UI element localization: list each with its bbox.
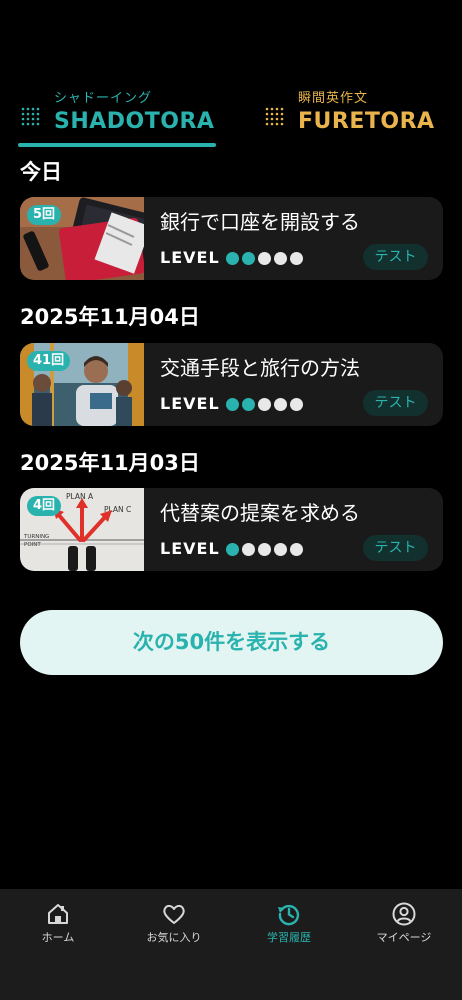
tab-subtitle: 瞬間英作文 (298, 91, 369, 106)
level-dot-empty (274, 543, 287, 556)
lesson-title: 交通手段と旅行の方法 (160, 356, 360, 380)
lesson-thumbnail: 5回 (20, 197, 144, 280)
play-count-badge: 41回 (27, 351, 71, 371)
history-icon (278, 904, 300, 926)
history-screen: シャドーイング SHADOTORA 瞬間英作文 FURETORA 今日 5回 銀… (0, 0, 462, 1000)
lesson-title: 代替案の提案を求める (160, 501, 360, 525)
level-dot-empty (274, 252, 287, 265)
test-button[interactable]: テスト (363, 535, 428, 561)
test-button[interactable]: テスト (363, 244, 428, 270)
section-date: 今日 (20, 160, 62, 184)
nav-label: マイページ (376, 931, 432, 944)
level-label: LEVEL (160, 394, 220, 413)
level-dot-empty (274, 398, 287, 411)
level-dot-empty (258, 252, 271, 265)
level-label: LEVEL (160, 248, 220, 267)
tab-shadotora[interactable]: シャドーイング SHADOTORA (18, 88, 216, 148)
dot-grid-icon (265, 107, 284, 126)
tab-subtitle: シャドーイング (54, 91, 153, 106)
play-count-badge: 5回 (27, 205, 62, 225)
product-tabs: シャドーイング SHADOTORA 瞬間英作文 FURETORA (0, 88, 462, 148)
nav-label: ホーム (41, 931, 75, 944)
tab-title: FURETORA (298, 109, 435, 134)
lesson-card[interactable]: PLAN A PLAN C TURNING POINT 4回 代替案の提案を求め… (20, 488, 443, 571)
level-dot-empty (290, 543, 303, 556)
section-date: 2025年11月04日 (20, 305, 200, 329)
level-dot-filled (242, 398, 255, 411)
level-dot-filled (226, 543, 239, 556)
tab-title: SHADOTORA (54, 109, 215, 134)
level-indicator (226, 398, 303, 411)
tab-furetora[interactable]: 瞬間英作文 FURETORA (262, 88, 452, 148)
nav-favorites[interactable]: お気に入り (124, 901, 224, 951)
nav-home[interactable]: ホーム (8, 901, 108, 951)
section-date: 2025年11月03日 (20, 451, 200, 475)
test-button[interactable]: テスト (363, 390, 428, 416)
tab-shadotora-text: シャドーイング SHADOTORA (54, 90, 214, 136)
level-dot-filled (242, 252, 255, 265)
dot-grid-icon (21, 107, 40, 126)
level-label: LEVEL (160, 539, 220, 558)
nav-label: 学習履歴 (267, 931, 311, 944)
show-next-50-button[interactable]: 次の50件を表示する (20, 610, 443, 675)
turning-text: TURNING (23, 534, 49, 540)
lesson-thumbnail: 41回 (20, 343, 144, 426)
nav-history[interactable]: 学習履歴 (239, 901, 339, 951)
user-icon (392, 902, 416, 926)
level-dot-empty (290, 398, 303, 411)
tab-furetora-text: 瞬間英作文 FURETORA (298, 90, 435, 136)
lesson-card[interactable]: 5回 銀行で口座を開設する LEVEL テスト (20, 197, 443, 280)
plan-a-text: PLAN A (66, 492, 94, 501)
nav-label: お気に入り (146, 931, 202, 944)
lesson-card[interactable]: 41回 交通手段と旅行の方法 LEVEL テスト (20, 343, 443, 426)
level-indicator (226, 543, 303, 556)
play-count-badge: 4回 (27, 496, 62, 516)
level-dot-filled (226, 398, 239, 411)
lesson-thumbnail: PLAN A PLAN C TURNING POINT 4回 (20, 488, 144, 571)
level-dot-empty (242, 543, 255, 556)
home-icon (48, 904, 68, 924)
bottom-navigation: ホーム お気に入り 学習履歴 マイページ (0, 889, 462, 1000)
active-tab-indicator (18, 143, 216, 147)
heart-icon (163, 904, 185, 924)
nav-mypage[interactable]: マイページ (354, 901, 454, 951)
lesson-title: 銀行で口座を開設する (160, 210, 360, 234)
level-dot-empty (258, 543, 271, 556)
level-indicator (226, 252, 303, 265)
point-text: POINT (24, 542, 41, 548)
level-dot-empty (290, 252, 303, 265)
level-dot-empty (258, 398, 271, 411)
level-dot-filled (226, 252, 239, 265)
